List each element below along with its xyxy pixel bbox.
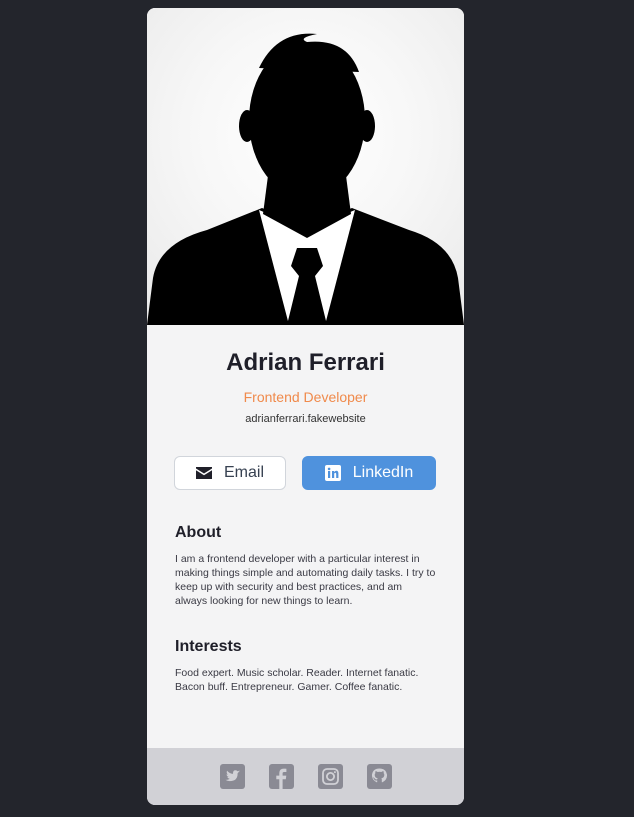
profile-photo	[147, 8, 464, 325]
linkedin-button[interactable]: LinkedIn	[302, 456, 436, 490]
interests-text: Food expert. Music scholar. Reader. Inte…	[175, 667, 419, 693]
instagram-icon[interactable]	[317, 764, 343, 789]
email-button-label: Email	[223, 464, 264, 481]
linkedin-icon	[324, 465, 341, 481]
linkedin-button-label: LinkedIn	[352, 464, 414, 481]
interests-section: Interests Food expert. Music scholar. Re…	[175, 638, 437, 694]
profile-website[interactable]: adrianferrari.fakewebsite	[147, 413, 464, 425]
about-heading: About	[175, 524, 222, 541]
about-section: About I am a frontend developer with a p…	[175, 524, 437, 608]
profile-role: Frontend Developer	[243, 389, 368, 405]
facebook-icon[interactable]	[268, 764, 294, 789]
social-footer	[147, 748, 464, 805]
profile-name: Adrian Ferrari	[226, 349, 385, 376]
email-button[interactable]: Email	[174, 456, 286, 490]
avatar-silhouette	[147, 33, 464, 325]
envelope-icon	[195, 467, 212, 479]
github-icon[interactable]	[366, 764, 392, 789]
profile-card: Adrian Ferrari Frontend Developer adrian…	[147, 8, 464, 805]
twitter-icon[interactable]	[219, 764, 245, 789]
interests-heading: Interests	[175, 638, 242, 655]
about-text: I am a frontend developer with a particu…	[175, 553, 436, 607]
